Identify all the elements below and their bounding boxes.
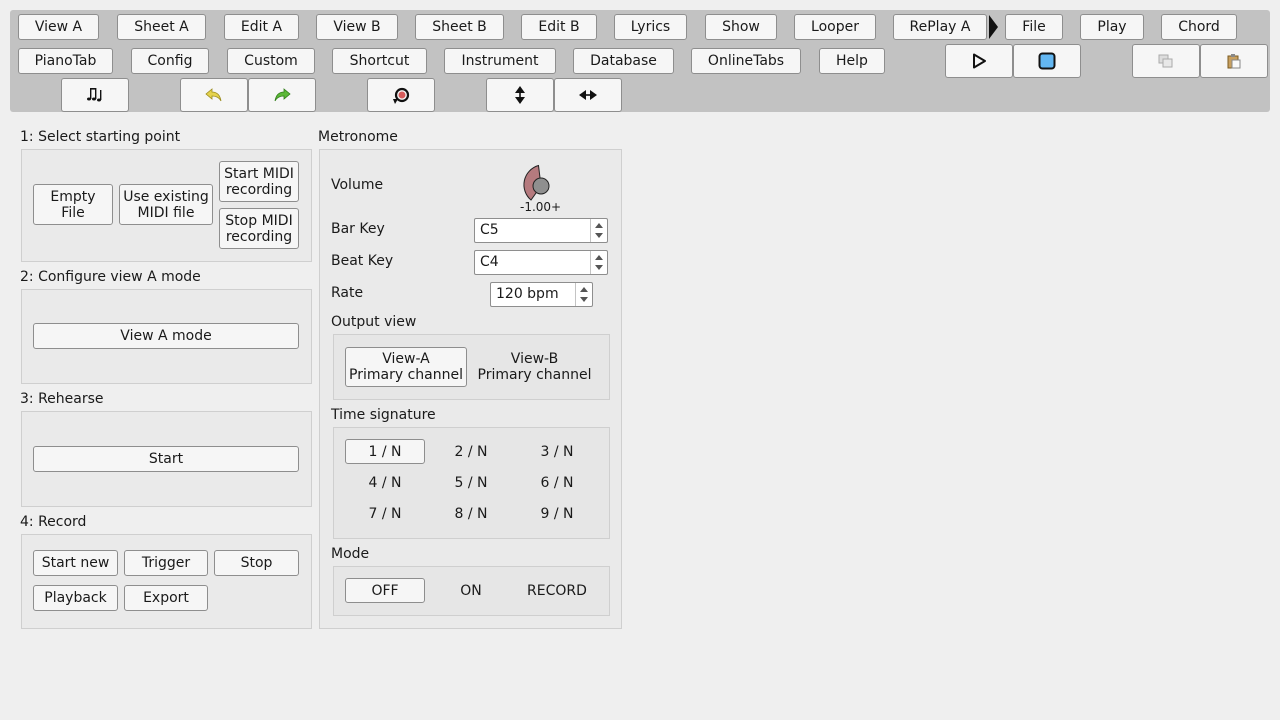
play-button[interactable] xyxy=(945,44,1013,78)
time-signature-7[interactable]: 7 / N xyxy=(345,501,425,526)
record-stop-button[interactable]: Stop xyxy=(214,550,299,576)
rate-stepper[interactable] xyxy=(575,283,592,306)
time-signature-group: 1 / N 2 / N 3 / N 4 / N 5 / N 6 / N 7 / … xyxy=(333,427,610,539)
sheet-b-button[interactable]: Sheet B xyxy=(415,14,504,40)
music-notes-icon xyxy=(87,88,102,102)
time-signature-1[interactable]: 1 / N xyxy=(345,439,425,464)
mode-title: Mode xyxy=(331,546,370,562)
step4-group: Start new Trigger Stop Playback Export xyxy=(21,534,312,629)
looper-button[interactable]: Looper xyxy=(794,14,876,40)
view-b-button[interactable]: View B xyxy=(316,14,398,40)
vertical-resize-icon xyxy=(515,86,525,104)
instrument-button[interactable]: Instrument xyxy=(444,48,556,74)
time-signature-6[interactable]: 6 / N xyxy=(517,470,597,495)
stop-icon xyxy=(1038,52,1056,70)
view-a-mode-button[interactable]: View A mode xyxy=(33,323,299,349)
copy-button[interactable] xyxy=(1132,44,1200,78)
step2-group: View A mode xyxy=(21,289,312,384)
playback-button[interactable]: Playback xyxy=(33,585,118,611)
database-button[interactable]: Database xyxy=(573,48,674,74)
mode-off-button[interactable]: OFF xyxy=(345,578,425,603)
beat-key-stepper[interactable] xyxy=(590,251,607,274)
time-signature-9[interactable]: 9 / N xyxy=(517,501,597,526)
export-button[interactable]: Export xyxy=(124,585,208,611)
output-view-group: View-A Primary channel View-B Primary ch… xyxy=(333,334,610,400)
output-view-title: Output view xyxy=(331,314,417,330)
mode-record-button[interactable]: RECORD xyxy=(517,578,597,603)
rehearse-start-button[interactable]: Start xyxy=(33,446,299,472)
undo-icon xyxy=(205,88,222,102)
redo-icon xyxy=(274,88,291,102)
stop-button[interactable] xyxy=(1013,44,1081,78)
horizontal-resize-icon xyxy=(579,90,597,100)
volume-label: Volume xyxy=(331,177,384,193)
step1-title: 1: Select starting point xyxy=(20,129,181,145)
mode-on-button[interactable]: ON xyxy=(431,578,511,603)
paste-button[interactable] xyxy=(1200,44,1268,78)
output-view-a-button[interactable]: View-A Primary channel xyxy=(345,347,467,387)
undo-button[interactable] xyxy=(180,78,248,112)
bar-key-stepper[interactable] xyxy=(590,219,607,242)
redo-button[interactable] xyxy=(248,78,316,112)
step3-group: Start xyxy=(21,411,312,507)
metronome-title: Metronome xyxy=(318,129,398,145)
rate-label: Rate xyxy=(331,285,364,301)
horizontal-resize-button[interactable] xyxy=(554,78,622,112)
view-a-button[interactable]: View A xyxy=(18,14,99,40)
custom-button[interactable]: Custom xyxy=(227,48,315,74)
help-button[interactable]: Help xyxy=(819,48,885,74)
record-start-new-button[interactable]: Start new xyxy=(33,550,118,576)
copy-icon xyxy=(1158,54,1173,68)
file-button[interactable]: File xyxy=(1005,14,1063,40)
time-signature-4[interactable]: 4 / N xyxy=(345,470,425,495)
step4-title: 4: Record xyxy=(20,514,87,530)
config-button[interactable]: Config xyxy=(131,48,209,74)
shortcut-button[interactable]: Shortcut xyxy=(332,48,427,74)
time-signature-title: Time signature xyxy=(331,407,436,423)
volume-readout: -1.00+ xyxy=(520,200,562,214)
onlinetabs-button[interactable]: OnlineTabs xyxy=(691,48,801,74)
metronome-group: Volume -1.00+ Bar Key C5 Beat Key C4 Rat… xyxy=(319,149,622,629)
lyrics-button[interactable]: Lyrics xyxy=(614,14,687,40)
replay-a-button[interactable]: RePlay A xyxy=(893,14,987,40)
beat-key-label: Beat Key xyxy=(331,253,394,269)
output-view-b-button[interactable]: View-B Primary channel xyxy=(472,347,597,387)
paste-icon xyxy=(1227,54,1241,69)
use-existing-midi-button[interactable]: Use existing MIDI file xyxy=(119,184,213,225)
empty-file-button[interactable]: Empty File xyxy=(33,184,113,225)
chord-button[interactable]: Chord xyxy=(1161,14,1237,40)
play-icon xyxy=(973,53,986,69)
bar-key-value: C5 xyxy=(480,222,499,238)
start-midi-recording-button[interactable]: Start MIDI recording xyxy=(219,161,299,202)
sheet-a-button[interactable]: Sheet A xyxy=(117,14,206,40)
time-signature-8[interactable]: 8 / N xyxy=(431,501,511,526)
step1-group: Empty File Use existing MIDI file Start … xyxy=(21,149,312,262)
beat-key-value: C4 xyxy=(480,254,499,270)
beat-key-spinbox[interactable]: C4 xyxy=(474,250,608,275)
rate-spinbox[interactable]: 120 bpm xyxy=(490,282,593,307)
edit-a-button[interactable]: Edit A xyxy=(224,14,299,40)
refresh-button[interactable] xyxy=(367,78,435,112)
record-trigger-button[interactable]: Trigger xyxy=(124,550,208,576)
vertical-resize-button[interactable] xyxy=(486,78,554,112)
toolbar: View A Sheet A Edit A View B Sheet B Edi… xyxy=(10,10,1270,112)
refresh-icon xyxy=(393,87,410,104)
play-menu-button[interactable]: Play xyxy=(1080,14,1144,40)
time-signature-5[interactable]: 5 / N xyxy=(431,470,511,495)
volume-knob[interactable] xyxy=(516,162,556,202)
bar-key-spinbox[interactable]: C5 xyxy=(474,218,608,243)
stop-midi-recording-button[interactable]: Stop MIDI recording xyxy=(219,208,299,249)
pianotab-button[interactable]: PianoTab xyxy=(18,48,113,74)
edit-b-button[interactable]: Edit B xyxy=(521,14,597,40)
bar-key-label: Bar Key xyxy=(331,221,385,237)
show-button[interactable]: Show xyxy=(705,14,777,40)
rate-value: 120 bpm xyxy=(496,286,559,302)
time-signature-3[interactable]: 3 / N xyxy=(517,439,597,464)
music-notes-button[interactable] xyxy=(61,78,129,112)
step3-title: 3: Rehearse xyxy=(20,391,104,407)
step2-title: 2: Configure view A mode xyxy=(20,269,201,285)
tab-overflow-arrow-icon[interactable] xyxy=(989,15,998,39)
mode-group: OFF ON RECORD xyxy=(333,566,610,616)
time-signature-2[interactable]: 2 / N xyxy=(431,439,511,464)
